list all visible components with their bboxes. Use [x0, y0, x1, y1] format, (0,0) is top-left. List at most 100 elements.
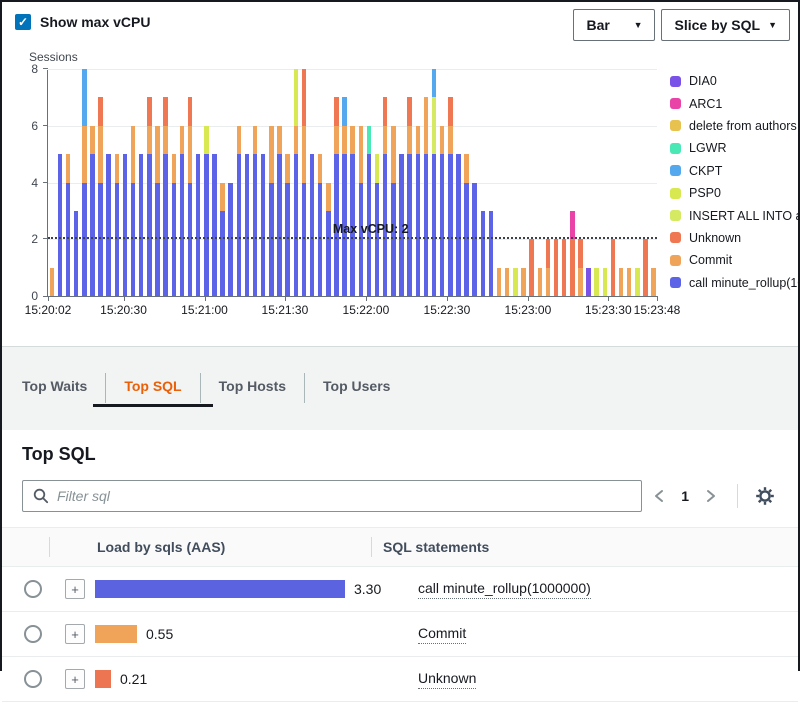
tab-top-users[interactable]: Top Users [305, 378, 408, 407]
chart-bar-segment [464, 154, 469, 182]
chart-bar-segment [163, 97, 168, 125]
x-axis-tick [366, 296, 367, 301]
chart-bar-segment [440, 154, 445, 296]
sql-statement-link[interactable]: Unknown [418, 670, 476, 689]
chevron-left-icon [653, 489, 665, 503]
chart-bar-segment [326, 183, 331, 211]
tab-top-waits[interactable]: Top Waits [22, 378, 105, 407]
chart-bar-segment [147, 97, 152, 125]
chart-bar-segment [131, 126, 136, 183]
sql-statement-link[interactable]: Commit [418, 625, 466, 644]
chart-bar-segment [98, 97, 103, 125]
chart-bar-segment [147, 126, 152, 154]
performance-insights-page: { "colors": { "accent_orange": "#eb5f07"… [0, 0, 800, 671]
chart-bar-segment [139, 154, 144, 296]
legend-item[interactable]: CKPT [670, 160, 800, 182]
gear-icon [755, 486, 775, 506]
row-radio-button[interactable] [24, 625, 42, 643]
row-expand-button[interactable]: + [65, 579, 85, 599]
legend-color-chip [670, 76, 681, 87]
chart-bar-segment [58, 154, 63, 296]
chart-bar-segment [82, 126, 87, 183]
chart-bar-segment [594, 268, 599, 296]
chart-bar-segment [188, 97, 193, 125]
chart-bar-segment [269, 183, 274, 297]
chart-bar-segment [513, 268, 518, 296]
tab-top-sql[interactable]: Top SQL [106, 378, 199, 407]
next-page-button[interactable] [699, 484, 723, 508]
slice-by-dropdown[interactable]: Slice by SQL ▼ [661, 9, 790, 41]
chart-bar-segment [220, 183, 225, 211]
chart-bar-segment [538, 268, 543, 296]
chart-bar-segment [123, 154, 128, 296]
row-expand-button[interactable]: + [65, 669, 85, 689]
chart-bar-segment [627, 268, 632, 296]
chart-bar-segment [188, 183, 193, 297]
legend-item[interactable]: DIA0 [670, 70, 800, 92]
legend-item[interactable]: delete from authors w [670, 115, 800, 137]
chart-bar-segment [82, 69, 87, 126]
load-value: 0.55 [146, 626, 173, 642]
load-cell: 0.21 [95, 670, 407, 688]
legend-item[interactable]: ARC1 [670, 92, 800, 114]
legend-label: DIA0 [689, 74, 717, 88]
x-axis-label: 15:22:30 [424, 303, 471, 317]
max-vcpu-line [48, 237, 657, 239]
legend-color-chip [670, 143, 681, 154]
chart-bar-segment [50, 268, 55, 296]
sql-cell: Commit [407, 625, 798, 644]
page-number[interactable]: 1 [675, 488, 695, 504]
sql-statement-link[interactable]: call minute_rollup(1000000) [418, 580, 591, 599]
chart-bar-segment [66, 154, 71, 182]
legend-item[interactable]: Commit [670, 249, 800, 271]
chart-bar-segment [391, 183, 396, 297]
legend-color-chip [670, 255, 681, 266]
legend-item[interactable]: call minute_rollup(100 [670, 272, 800, 294]
load-value: 0.21 [120, 671, 147, 687]
chart-bar-segment [228, 183, 233, 297]
legend-item[interactable]: PSP0 [670, 182, 800, 204]
x-axis-tick [124, 296, 125, 301]
previous-page-button[interactable] [647, 484, 671, 508]
chart-bar-segment [456, 154, 461, 296]
chart-bar-segment [204, 126, 209, 154]
legend-item[interactable]: Unknown [670, 227, 800, 249]
settings-button[interactable] [752, 483, 778, 509]
x-axis-label: 15:22:00 [343, 303, 390, 317]
chart-type-dropdown[interactable]: Bar ▼ [573, 9, 655, 41]
legend-item[interactable]: LGWR [670, 137, 800, 159]
chart-bar-segment [448, 154, 453, 296]
filter-box[interactable] [22, 480, 642, 512]
chart-bar-segment [180, 126, 185, 154]
chart-bar-segment [318, 183, 323, 297]
y-axis-tick [43, 125, 48, 126]
row-radio-button[interactable] [24, 580, 42, 598]
chart-bar-segment [245, 154, 250, 296]
legend-color-chip [670, 188, 681, 199]
chart-bar-segment [578, 239, 583, 267]
filter-sql-input[interactable] [57, 488, 631, 504]
chart-bar-segment [204, 154, 209, 296]
row-radio-button[interactable] [24, 670, 42, 688]
chart-plot-wrap: 0246815:20:0215:20:3015:21:0015:21:3015:… [47, 70, 657, 297]
checkbox-check-icon[interactable]: ✓ [15, 14, 31, 30]
legend-item[interactable]: INSERT ALL INTO au [670, 204, 800, 226]
y-axis-label: 0 [8, 289, 38, 303]
chart-bar-segment [611, 239, 616, 296]
chart-bar-segment [261, 154, 266, 296]
chart-bar-segment [448, 97, 453, 125]
chart-bar-segment [188, 126, 193, 183]
load-bar [95, 580, 345, 598]
row-expand-button[interactable]: + [65, 624, 85, 644]
chart-bar-segment [407, 97, 412, 125]
chart-bar-segment [98, 126, 103, 183]
chart-bar-segment [294, 154, 299, 296]
tab-top-hosts[interactable]: Top Hosts [201, 378, 304, 407]
show-max-vcpu-checkbox[interactable]: ✓ Show max vCPU [15, 14, 150, 30]
chart-bar-segment [66, 183, 71, 297]
x-axis-tick [285, 296, 286, 301]
chart-bar-segment [326, 211, 331, 296]
chart-bar-segment [619, 268, 624, 296]
chart-bar-segment [562, 239, 567, 296]
chart-bar-segment [302, 126, 307, 183]
